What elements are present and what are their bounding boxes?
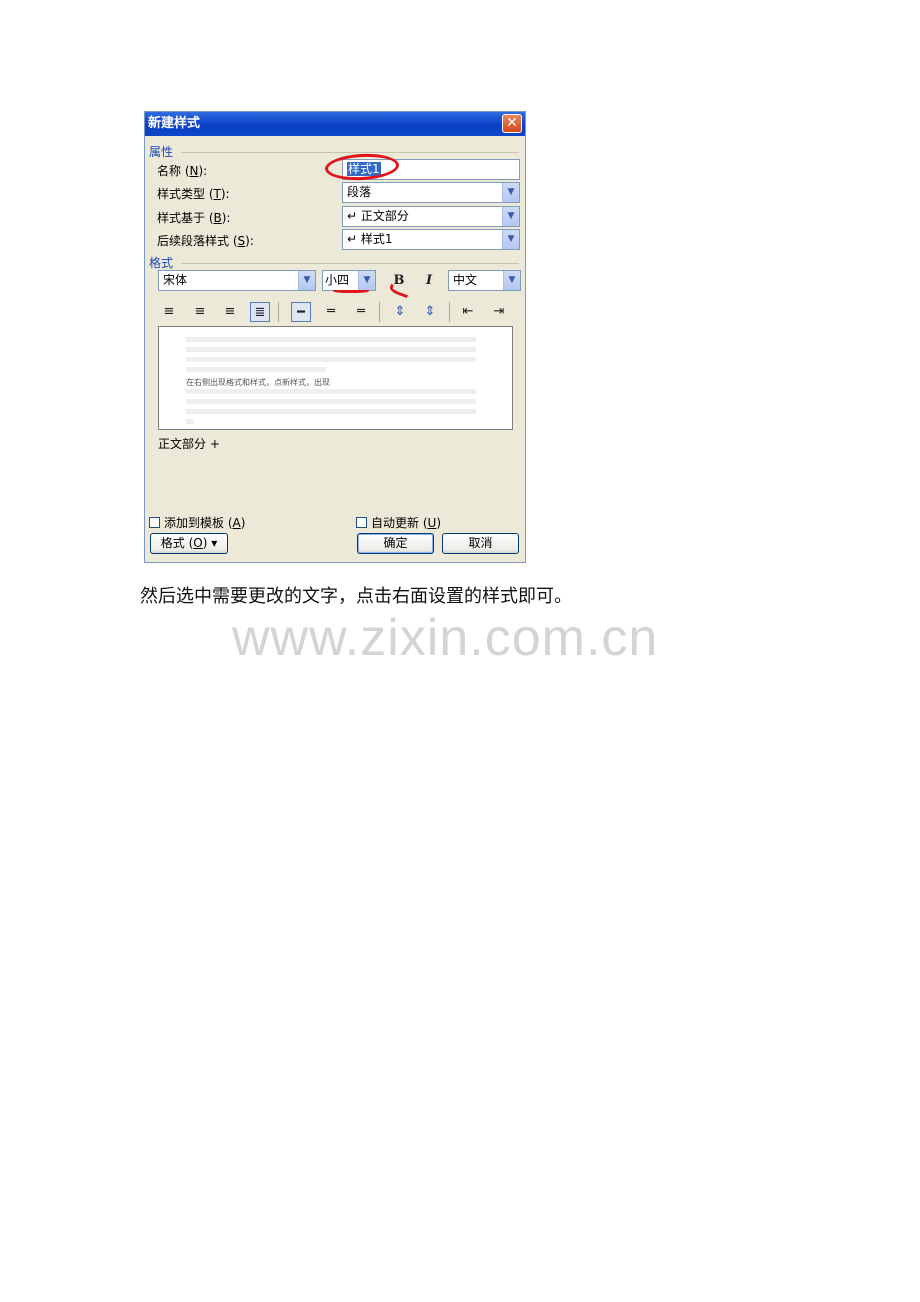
style-description: 正文部分 + [158,437,220,451]
close-icon[interactable]: ✕ [502,114,522,133]
next-style-value: ↵ 样式1 [347,232,393,246]
annotation-underline [333,288,369,293]
format-menu-button[interactable]: 格式 (O) ▾ [150,533,228,554]
checkbox-box[interactable] [149,517,160,528]
space-after-icon[interactable]: ⇕ [420,302,440,322]
font-value: 宋体 [163,273,188,287]
script-value: 中文 [453,273,478,287]
preview-next-paragraph [186,399,476,404]
preview-next-paragraph [186,389,476,394]
align-right-icon[interactable]: ≡ [220,302,240,322]
preview-sample-text: 在右侧出现格式和样式，点新样式，出现 [186,378,330,387]
toolbar-separator [278,302,279,322]
font-size-value: 小四 [325,273,350,287]
decrease-indent-icon[interactable]: ⇤ [458,302,478,322]
preview-previous-paragraph [186,357,476,362]
add-to-template-checkbox[interactable]: 添加到模板 (A) [149,514,245,531]
format-section-label: 格式 [149,256,174,270]
ok-button[interactable]: 确定 [357,533,434,554]
properties-section-label: 属性 [149,145,174,159]
align-left-icon[interactable]: ≡ [159,302,179,322]
preview-previous-paragraph [186,347,476,352]
script-select[interactable]: 中文 ▼ [448,270,521,291]
auto-update-checkbox[interactable]: 自动更新 (U) [356,514,441,531]
style-type-value: 段落 [347,185,372,199]
preview-next-paragraph [186,419,194,424]
chevron-down-icon[interactable]: ▼ [298,271,315,290]
name-label: 名称 (N): [157,164,208,178]
preview-previous-paragraph [186,367,326,372]
italic-icon[interactable]: I [419,271,439,291]
based-on-value: ↵ 正文部分 [347,209,409,223]
line-spacing-double-icon[interactable]: ═ [351,302,371,322]
toolbar-separator [379,302,380,322]
next-style-select[interactable]: ↵ 样式1 ▼ [342,229,520,250]
properties-divider [181,152,519,153]
based-on-label: 样式基于 (B): [157,211,231,225]
font-select[interactable]: 宋体 ▼ [158,270,316,291]
toolbar-separator [449,302,450,322]
preview-next-paragraph [186,409,476,414]
increase-indent-icon[interactable]: ⇥ [489,302,509,322]
space-before-icon[interactable]: ⇕ [390,302,410,322]
line-spacing-1-5-icon[interactable]: ═ [321,302,341,322]
watermark: www.zixin.com.cn [232,609,659,667]
format-divider [181,263,519,264]
align-center-icon[interactable]: ≡ [190,302,210,322]
new-style-dialog: 新建样式 ✕ 属性 名称 (N): 样式1 样式类型 (T): 段落 ▼ 样式基… [144,111,526,563]
dialog-title: 新建样式 [148,116,201,131]
justify-icon[interactable]: ≣ [250,302,270,322]
cancel-button[interactable]: 取消 [442,533,519,554]
instruction-caption: 然后选中需要更改的文字，点击右面设置的样式即可。 [140,586,572,607]
chevron-down-icon[interactable]: ▼ [502,207,519,226]
checkbox-box[interactable] [356,517,367,528]
style-type-label: 样式类型 (T): [157,187,230,201]
title-bar[interactable]: 新建样式 ✕ [145,112,525,136]
style-preview: 在右侧出现格式和样式，点新样式，出现 [158,326,513,430]
style-type-select[interactable]: 段落 ▼ [342,182,520,203]
next-style-label: 后续段落样式 (S): [157,234,254,248]
line-spacing-single-icon[interactable]: ━ [291,302,311,322]
chevron-down-icon[interactable]: ▼ [502,230,519,249]
chevron-down-icon: ▾ [211,536,218,550]
preview-previous-paragraph [186,337,476,342]
chevron-down-icon[interactable]: ▼ [503,271,520,290]
based-on-select[interactable]: ↵ 正文部分 ▼ [342,206,520,227]
chevron-down-icon[interactable]: ▼ [502,183,519,202]
